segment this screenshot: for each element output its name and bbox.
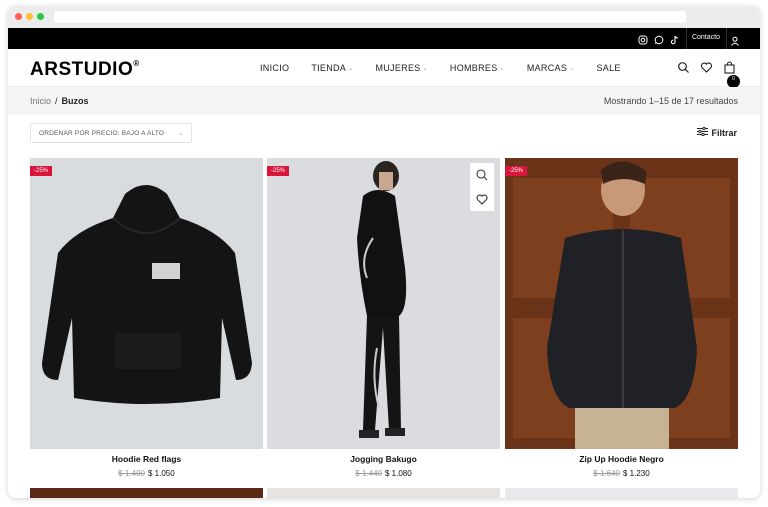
breadcrumb-current: Buzos [61, 96, 89, 106]
nav-item-mujeres[interactable]: MUJERES ⌄ [375, 63, 427, 73]
chevron-down-icon: ⌄ [499, 65, 505, 72]
sale-price: $ 1.230 [623, 469, 650, 478]
account-icon[interactable] [730, 33, 740, 46]
header-actions: 0 [677, 61, 740, 88]
divider [686, 28, 687, 49]
nav-item-sale[interactable]: SALE [596, 63, 620, 73]
discount-badge: -25% [30, 166, 53, 176]
maximize-window-button[interactable] [37, 13, 44, 20]
wishlist-heart-icon[interactable] [700, 61, 713, 74]
logo-text: ARSTUDIO [30, 59, 134, 75]
filter-label: Filtrar [711, 127, 737, 138]
breadcrumb-separator: / [55, 96, 58, 106]
browser-window: Contacto ARSTUDIO® INICIO TIENDA ⌄ MUJERE… [8, 6, 760, 498]
discount-badge: -25% [267, 166, 290, 176]
product-image-row2[interactable] [267, 488, 500, 498]
cart-bag-icon[interactable]: 0 [723, 61, 740, 88]
site-logo[interactable]: ARSTUDIO® [30, 59, 140, 75]
product-name[interactable]: Zip Up Hoodie Negro [505, 454, 738, 464]
address-bar[interactable] [54, 11, 686, 23]
nav-label: MUJERES [375, 63, 421, 73]
nav-item-marcas[interactable]: MARCAS ⌄ [527, 63, 575, 73]
browser-chrome [8, 6, 760, 28]
chevron-down-icon: ⌄ [422, 65, 428, 72]
nav-label: MARCAS [526, 63, 568, 73]
site-header: ARSTUDIO® INICIO TIENDA ⌄ MUJERES ⌄ HOMBRE… [8, 49, 760, 88]
search-icon[interactable] [677, 61, 690, 74]
product-card[interactable]: -25% Zip Up Hoodie Negro $ 1.640 $ 1.230 [505, 158, 738, 478]
instagram-icon[interactable] [638, 32, 648, 45]
filter-sliders-icon [697, 126, 709, 138]
minimize-window-button[interactable] [26, 13, 33, 20]
nav-label: HOMBRES [449, 63, 498, 73]
logo-trademark: ® [133, 59, 140, 68]
product-image-jogging-bakugo[interactable]: -25% [267, 158, 500, 449]
close-window-button[interactable] [15, 13, 22, 20]
social-links [638, 32, 680, 45]
divider [726, 28, 727, 49]
original-price: $ 1.640 [593, 469, 620, 478]
sale-price: $ 1.050 [148, 469, 175, 478]
nav-item-hombres[interactable]: HOMBRES ⌄ [450, 63, 505, 73]
discount-badge: -25% [505, 166, 528, 176]
filter-button[interactable]: Filtrar [697, 126, 737, 138]
breadcrumb-bar: Inicio / Buzos Mostrando 1–15 de 17 result… [8, 87, 760, 115]
add-to-wishlist-heart-icon[interactable] [470, 187, 494, 211]
original-price: $ 1.440 [355, 469, 382, 478]
breadcrumb: Inicio / Buzos [30, 96, 89, 106]
sort-label: ORDENAR POR PRECIO: BAJO A ALTO [39, 130, 165, 137]
breadcrumb-home-link[interactable]: Inicio [30, 96, 51, 106]
product-card[interactable]: -25% Hoodie Red flags $ 1.400 $ 1.050 [30, 158, 263, 478]
nav-label: TIENDA [311, 63, 347, 73]
window-controls [15, 13, 44, 20]
product-image-row2[interactable] [30, 488, 263, 498]
nav-item-tienda[interactable]: TIENDA ⌄ [311, 63, 353, 73]
product-name[interactable]: Hoodie Red flags [30, 454, 263, 464]
top-bar: Contacto [8, 28, 760, 49]
chevron-down-icon: ⌄ [348, 65, 354, 72]
nav-item-inicio[interactable]: INICIO [260, 63, 289, 73]
tiktok-icon[interactable] [670, 32, 680, 45]
product-image-hoodie-red-flags[interactable]: -25% [30, 158, 263, 449]
nav-label: SALE [596, 63, 621, 73]
product-card[interactable]: -25% Jogging Bakugo $ 1.440 $ 1.080 [267, 158, 500, 478]
main-nav: INICIO TIENDA ⌄ MUJERES ⌄ HOMBRES ⌄ MARCAS ⌄… [260, 63, 643, 73]
quick-actions [470, 163, 494, 211]
product-image-row2[interactable] [505, 488, 738, 498]
original-price: $ 1.400 [118, 469, 145, 478]
chevron-down-icon: ⌄ [177, 130, 184, 137]
results-count: Mostrando 1–15 de 17 resultados [603, 96, 738, 106]
product-price: $ 1.640 $ 1.230 [505, 469, 738, 478]
sort-select[interactable]: ORDENAR POR PRECIO: BAJO A ALTO ⌄ [30, 123, 192, 143]
whatsapp-icon[interactable] [654, 32, 664, 45]
product-price: $ 1.440 $ 1.080 [267, 469, 500, 478]
product-price: $ 1.400 $ 1.050 [30, 469, 263, 478]
chevron-down-icon: ⌄ [569, 65, 575, 72]
sale-price: $ 1.080 [385, 469, 412, 478]
nav-label: INICIO [260, 63, 290, 73]
contact-link[interactable]: Contacto [692, 34, 720, 41]
product-name[interactable]: Jogging Bakugo [267, 454, 500, 464]
quick-view-search-icon[interactable] [470, 163, 494, 187]
product-image-zip-up-hoodie-negro[interactable]: -25% [505, 158, 738, 449]
